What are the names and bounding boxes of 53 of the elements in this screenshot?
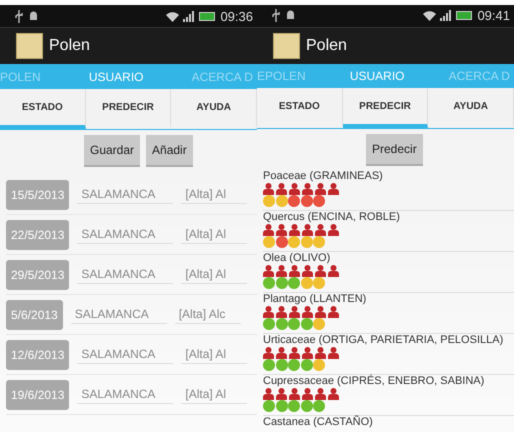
app-icon — [273, 32, 300, 59]
alert-spinner[interactable]: [Alta] Al — [181, 265, 248, 284]
tab[interactable]: PREDECIR — [86, 89, 172, 129]
alert-spinner[interactable]: [Alta] Al — [181, 385, 248, 404]
tab[interactable]: ESTADO — [257, 88, 343, 128]
top-tab[interactable]: USUARIO — [88, 70, 144, 84]
usb-icon — [271, 9, 281, 22]
city-spinner[interactable]: SALAMANCA — [70, 305, 167, 324]
top-tab[interactable]: USUARIO — [350, 68, 404, 83]
alert-spinner[interactable]: [Alta] Alc — [174, 305, 241, 324]
usb-icon — [14, 10, 24, 22]
pollen-name: Plantago (LLANTEN) — [263, 293, 368, 305]
date-button[interactable]: 19/6/2013 — [6, 380, 70, 410]
city-spinner[interactable]: SALAMANCA — [77, 265, 174, 284]
signal-icon — [183, 10, 196, 22]
people-icon — [263, 224, 341, 236]
people-icon — [263, 347, 341, 359]
date-button[interactable]: 22/5/2013 — [6, 220, 70, 250]
city-spinner[interactable]: SALAMANCA — [77, 345, 174, 364]
alert-spinner[interactable]: [Alta] Al — [181, 225, 248, 244]
battery-icon — [199, 12, 216, 20]
status-time: 09:41 — [477, 8, 510, 24]
people-icon — [263, 265, 341, 277]
pollen-name: Olea (OLIVO) — [263, 252, 332, 264]
wifi-icon — [166, 10, 180, 22]
pollen-name: Castanea (CASTAÑO) — [263, 416, 374, 428]
pollen-name: Poaceae (GRAMINEAS) — [263, 170, 384, 182]
app-title: Polen — [49, 37, 90, 55]
date-button[interactable]: 12/6/2013 — [6, 340, 70, 370]
alert-spinner[interactable]: [Alta] Al — [181, 185, 248, 204]
city-spinner[interactable]: SALAMANCA — [77, 385, 174, 404]
city-spinner[interactable]: SALAMANCA — [77, 185, 174, 204]
action-button[interactable]: Añadir — [146, 135, 193, 167]
action-button[interactable]: Guardar — [84, 135, 140, 167]
city-spinner[interactable]: SALAMANCA — [77, 225, 174, 244]
signal-icon — [440, 10, 452, 22]
tab[interactable]: AYUDA — [428, 88, 514, 128]
pollen-name: Urticaceae (ORTIGA, PARIETARIA, PELOSILLA) — [263, 334, 504, 346]
people-icon — [263, 306, 341, 318]
people-icon — [263, 388, 341, 400]
alert-spinner[interactable]: [Alta] Al — [181, 345, 248, 364]
date-button[interactable]: 5/6/2013 — [6, 300, 63, 330]
battery-icon — [456, 11, 474, 20]
date-button[interactable]: 29/5/2013 — [6, 260, 70, 290]
pollen-name: Quercus (ENCINA, ROBLE) — [263, 211, 401, 223]
wifi-icon — [423, 10, 436, 22]
pollen-name: Cupressaceae (CIPRÉS, ENEBRO, SABINA) — [263, 375, 486, 387]
app-title: Polen — [306, 36, 347, 55]
app-icon — [16, 33, 43, 59]
predict-button[interactable]: Predecir — [366, 134, 423, 166]
date-button[interactable]: 15/5/2013 — [6, 180, 70, 210]
people-icon — [263, 183, 341, 195]
status-time: 09:36 — [220, 8, 253, 24]
